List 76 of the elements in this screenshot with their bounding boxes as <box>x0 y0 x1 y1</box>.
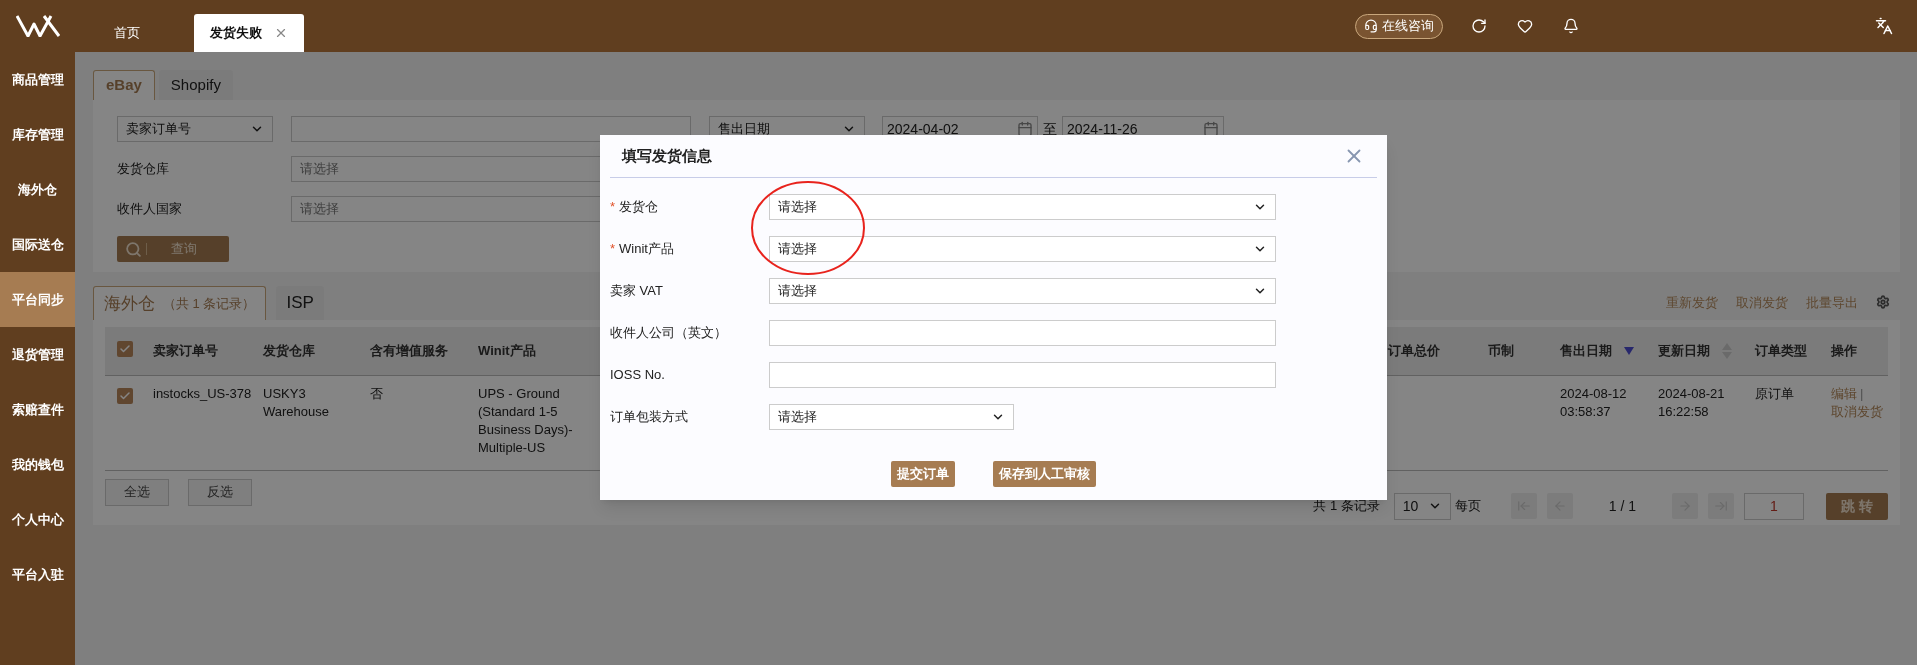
sidebar-item[interactable]: 个人中心 <box>0 492 75 547</box>
search-field[interactable] <box>291 116 691 142</box>
settings-icon[interactable] <box>1876 295 1890 310</box>
text-field[interactable] <box>769 320 1276 346</box>
column-header: 订单总价 <box>1388 342 1440 360</box>
per-page-label: 每页 <box>1454 497 1481 516</box>
dropdown-field[interactable]: 请选择 <box>769 404 1014 430</box>
platform-tab[interactable]: Shopify <box>158 70 233 100</box>
page-number-field[interactable]: 1 <box>1744 492 1804 520</box>
platform-tab[interactable]: eBay <box>93 70 155 100</box>
filter-label: 收件人国家 <box>117 200 183 219</box>
close-icon[interactable] <box>274 26 288 40</box>
required-mark: * <box>610 198 616 217</box>
column-header: 更新日期 <box>1658 342 1710 360</box>
table-cell: USKY3 Warehouse <box>263 385 329 419</box>
bell-icon[interactable] <box>1563 18 1579 34</box>
heart-icon[interactable] <box>1517 18 1533 34</box>
sort-descending-icon[interactable] <box>1624 346 1634 355</box>
field-label: Winit产品 <box>619 240 674 259</box>
filter-label: 发货仓库 <box>117 160 170 179</box>
bulk-select-button[interactable]: 反选 <box>188 478 252 506</box>
translate-icon[interactable] <box>1875 17 1893 35</box>
search-icon <box>125 240 142 258</box>
check-icon <box>119 389 131 402</box>
sidebar-item[interactable]: 我的钱包 <box>0 437 75 492</box>
sidebar-item[interactable]: 海外仓 <box>0 162 75 217</box>
column-header: 操作 <box>1831 342 1857 360</box>
column-header: 发货仓库 <box>263 343 315 358</box>
text-field[interactable] <box>769 362 1276 388</box>
search-type-select[interactable]: 卖家订单号 <box>117 116 273 142</box>
page-tab[interactable]: 首页 <box>98 14 156 52</box>
dropdown-field[interactable]: 请选择 <box>769 194 1276 220</box>
column-header: 卖家订单号 <box>153 343 218 358</box>
dropdown-field[interactable]: 请选择 <box>769 236 1276 262</box>
column-header: 订单类型 <box>1755 342 1807 360</box>
result-tab[interactable]: 海外仓 （共 1 条记录） <box>93 286 267 320</box>
sidebar-item[interactable]: 退货管理 <box>0 327 75 382</box>
sidebar-item[interactable]: 商品管理 <box>0 52 75 107</box>
separator: | <box>1860 384 1864 403</box>
sidebar-item[interactable]: 索赔查件 <box>0 382 75 437</box>
table-cell: UPS - Ground (Standard 1-5 Business Days)-Multiple-US <box>478 385 573 455</box>
sidebar-item[interactable]: 库存管理 <box>0 107 75 162</box>
date-separator: 至 <box>1043 119 1057 139</box>
sidebar-item[interactable]: 平台入驻 <box>0 547 75 602</box>
consult-button[interactable]: 在线咨询 <box>1355 13 1443 39</box>
page-size-select[interactable]: 10 <box>1393 492 1451 520</box>
result-tab[interactable]: ISP <box>276 286 324 320</box>
column-header: 售出日期 <box>1560 342 1612 360</box>
check-icon <box>119 343 131 355</box>
dialog-button[interactable]: 提交订单 <box>891 461 955 487</box>
sidebar-item[interactable]: 平台同步 <box>0 272 75 327</box>
field-label: 订单包装方式 <box>610 408 688 427</box>
field-label: 发货仓 <box>619 198 659 217</box>
refresh-icon[interactable] <box>1471 18 1487 34</box>
table-cell: 2024-08-21 16:22:58 <box>1658 385 1725 419</box>
checkbox[interactable] <box>117 387 133 404</box>
dropdown-field[interactable]: 请选择 <box>769 278 1276 304</box>
checkbox[interactable] <box>117 341 133 357</box>
column-header: 含有增值服务 <box>370 343 448 358</box>
logo-icon <box>16 15 60 37</box>
dialog-button[interactable]: 保存到人工审核 <box>993 461 1096 487</box>
page-info: 1 / 1 <box>1608 496 1636 516</box>
bulk-select-button[interactable]: 全选 <box>105 478 169 506</box>
page-tab[interactable]: 发货失败 <box>194 14 304 52</box>
table-cell: 原订单 <box>1755 385 1794 401</box>
table-cell: 否 <box>370 385 383 401</box>
required-mark: * <box>610 240 616 259</box>
column-header: Winit产品 <box>478 343 536 358</box>
table-cell: instocks_US-378 <box>153 385 252 401</box>
field-label: IOSS No. <box>610 366 665 385</box>
field-label: 卖家 VAT <box>610 282 663 301</box>
column-header: 币制 <box>1488 342 1514 360</box>
sidebar-item[interactable]: 国际送仓 <box>0 217 75 272</box>
headset-icon <box>1364 19 1378 33</box>
table-cell: 2024-08-12 03:58:37 <box>1560 385 1627 419</box>
field-label: 收件人公司（英文） <box>610 324 727 343</box>
